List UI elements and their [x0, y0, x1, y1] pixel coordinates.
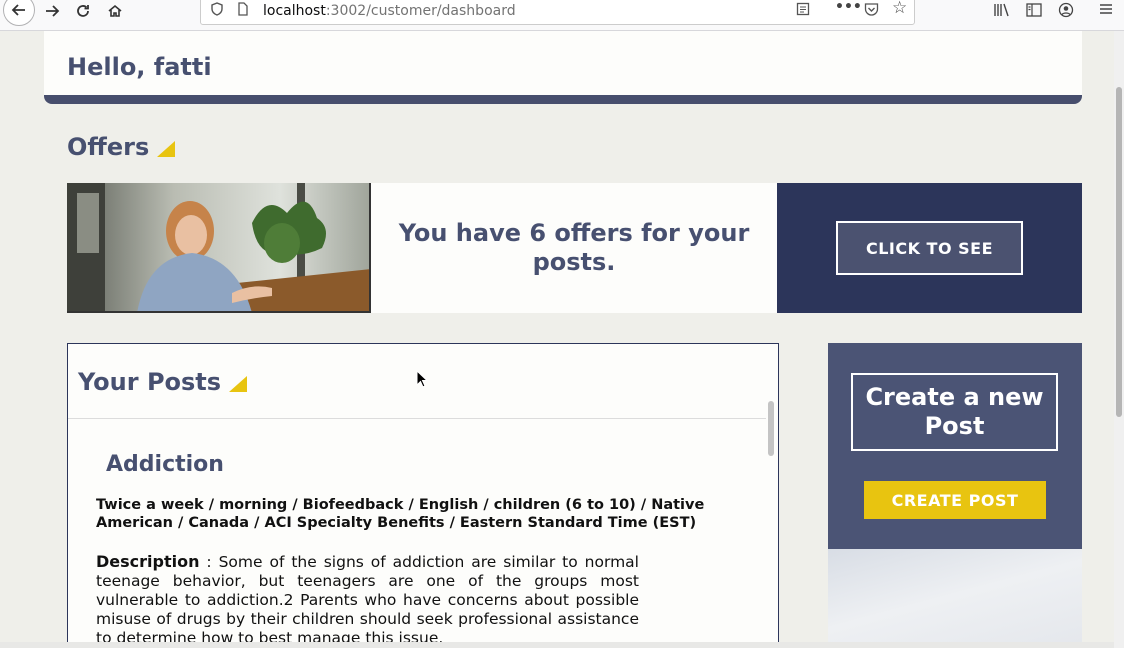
offers-banner: You have 6 offers for your posts. CLICK … — [67, 183, 1082, 313]
greeting-heading: Hello, fatti — [67, 53, 212, 81]
create-post-panel: Create a new Post CREATE POST — [828, 343, 1082, 549]
pocket-icon[interactable] — [864, 2, 879, 20]
offers-cta-panel: CLICK TO SEE — [777, 183, 1082, 313]
url-path: :3002/customer/dashboard — [325, 3, 516, 19]
offers-title: Offers — [67, 133, 150, 161]
menu-icon[interactable] — [1099, 2, 1113, 20]
horizontal-scrollbar[interactable] — [0, 642, 1114, 648]
greeting-card: Hello, fatti — [44, 31, 1082, 104]
arrow-right-icon — [46, 5, 60, 17]
offers-count-message: You have 6 offers for your posts. — [371, 183, 777, 313]
offers-message-text: You have 6 offers for your posts. — [398, 219, 750, 276]
reload-button[interactable] — [68, 0, 98, 22]
decorative-background-image — [828, 549, 1082, 648]
click-to-see-button[interactable]: CLICK TO SEE — [836, 221, 1023, 275]
more-actions-icon[interactable]: ••• — [835, 0, 862, 15]
divider — [68, 418, 766, 419]
forward-button[interactable] — [37, 0, 67, 22]
back-button[interactable] — [3, 0, 35, 26]
page-scrollbar[interactable] — [1114, 31, 1124, 648]
your-posts-title: Your Posts — [78, 368, 222, 396]
browser-toolbar: localhost:3002/customer/dashboard ••• ☆ — [0, 0, 1124, 31]
home-button[interactable] — [100, 0, 130, 22]
posts-scrollbar-thumb[interactable] — [768, 401, 774, 456]
post-description: Description : Some of the signs of addic… — [96, 552, 639, 648]
reader-view-icon[interactable] — [796, 2, 810, 20]
dashboard-page: Hello, fatti Offers You have 6 offers fo… — [0, 31, 1114, 648]
page-icon — [237, 2, 249, 20]
description-label: Description — [96, 552, 200, 571]
create-post-button[interactable]: CREATE POST — [864, 481, 1046, 519]
sidebar-icon[interactable] — [1026, 3, 1042, 21]
arrow-left-icon — [11, 4, 25, 16]
offers-heading: Offers — [67, 133, 176, 161]
post-title: Addiction — [106, 452, 224, 477]
library-icon[interactable] — [993, 3, 1010, 21]
url-text[interactable]: localhost:3002/customer/dashboard — [263, 3, 516, 19]
bookmark-star-icon[interactable]: ☆ — [892, 0, 907, 18]
url-host: localhost — [263, 3, 326, 19]
woman-portrait-image — [67, 183, 369, 311]
page-scrollbar-thumb[interactable] — [1116, 87, 1122, 417]
reload-icon — [77, 5, 89, 17]
mouse-cursor-icon — [416, 370, 429, 388]
triangle-accent-icon — [229, 376, 248, 392]
your-posts-heading: Your Posts — [78, 368, 248, 396]
triangle-accent-icon — [157, 141, 176, 157]
account-icon[interactable] — [1058, 2, 1074, 22]
home-icon — [108, 4, 122, 17]
offer-photo — [67, 183, 371, 313]
shield-icon[interactable] — [211, 2, 223, 20]
create-post-heading: Create a new Post — [851, 373, 1058, 451]
url-bar[interactable]: localhost:3002/customer/dashboard ••• ☆ — [200, 0, 915, 25]
post-meta: Twice a week / morning / Biofeedback / E… — [96, 497, 705, 531]
